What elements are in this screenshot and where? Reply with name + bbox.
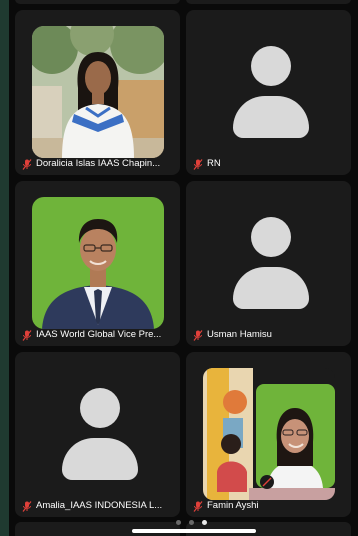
microphone-slash-icon: [193, 158, 203, 170]
participant-video: [32, 197, 164, 329]
participant-name: RN: [207, 158, 221, 169]
page-dot[interactable]: [176, 520, 181, 525]
participant-video: [203, 368, 335, 500]
participant-label: Doralicia Islas IAAS Chapin...: [22, 158, 174, 170]
previous-row-tile-right: [186, 0, 351, 4]
participant-label: IAAS World Global Vice Pre...: [22, 329, 174, 341]
page-dot[interactable]: [189, 520, 194, 525]
participant-video-frame: [32, 197, 164, 329]
participant-tile[interactable]: IAAS World Global Vice Pre...: [15, 181, 180, 346]
page-indicator[interactable]: [176, 520, 207, 525]
avatar-shoulders: [62, 438, 138, 480]
participant-tile[interactable]: Amalia_IAAS INDONESIA L...: [15, 352, 180, 517]
avatar-head: [80, 388, 120, 428]
participant-name: Famin Ayshi: [207, 500, 259, 511]
participant-video: [32, 26, 164, 158]
participant-label: Usman Hamisu: [193, 329, 345, 341]
avatar-head: [251, 46, 291, 86]
microphone-slash-icon: [22, 329, 32, 341]
previous-row-tile-left: [15, 0, 180, 4]
page-dot-current[interactable]: [202, 520, 207, 525]
microphone-slash-icon: [193, 329, 203, 341]
participant-name: Doralicia Islas IAAS Chapin...: [36, 158, 161, 169]
participant-label: RN: [193, 158, 345, 170]
participant-name: IAAS World Global Vice Pre...: [36, 329, 162, 340]
participant-tile[interactable]: Famin Ayshi: [186, 352, 351, 517]
avatar-shoulders: [233, 96, 309, 138]
participant-video-frame: [32, 26, 164, 158]
video-call-screen: Doralicia Islas IAAS Chapin... RN IAAS W…: [9, 0, 358, 536]
participant-tile[interactable]: Usman Hamisu: [186, 181, 351, 346]
participant-video-frame: [203, 368, 335, 500]
person-avatar-icon: [62, 388, 138, 480]
participant-name: Amalia_IAAS INDONESIA L...: [36, 500, 163, 511]
person-avatar-icon: [233, 46, 309, 138]
microphone-slash-icon: [22, 500, 32, 512]
home-indicator[interactable]: [132, 529, 256, 533]
participant-tile[interactable]: Doralicia Islas IAAS Chapin...: [15, 10, 180, 175]
avatar-shoulders: [233, 267, 309, 309]
person-avatar-icon: [233, 217, 309, 309]
avatar-head: [251, 217, 291, 257]
participant-label: Famin Ayshi: [193, 500, 345, 512]
microphone-slash-icon: [22, 158, 32, 170]
participant-name: Usman Hamisu: [207, 329, 272, 340]
microphone-slash-icon: [193, 500, 203, 512]
participant-tile[interactable]: RN: [186, 10, 351, 175]
participant-label: Amalia_IAAS INDONESIA L...: [22, 500, 174, 512]
